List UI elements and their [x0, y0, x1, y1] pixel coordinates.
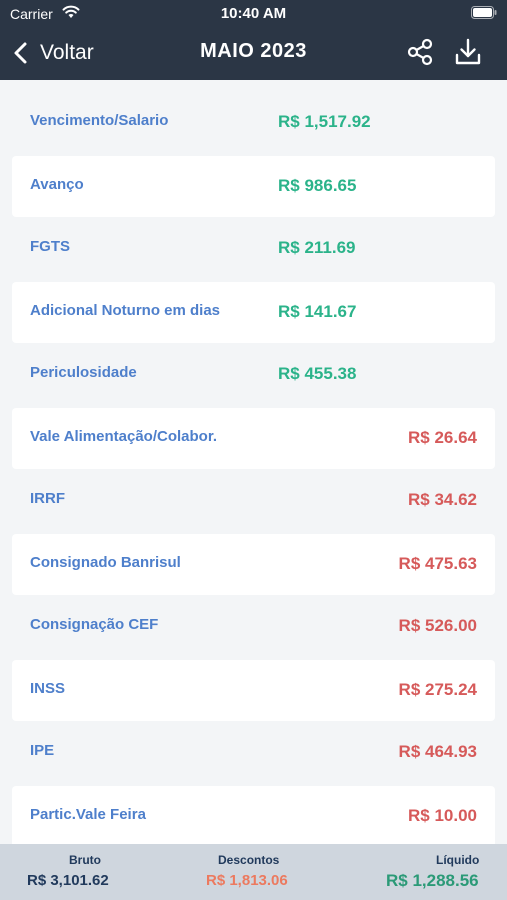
item-label: FGTS: [30, 238, 70, 255]
item-value: R$ 26.64: [408, 428, 477, 447]
item-value: R$ 10.00: [408, 806, 477, 825]
item-label: Adicional Noturno em dias: [30, 302, 221, 319]
item-label: Consignação CEF: [30, 616, 159, 633]
battery-icon: [471, 6, 497, 19]
summary-footer: Bruto R$ 3,101.62 Descontos R$ 1,813.06 …: [0, 844, 507, 900]
item-value: R$ 275.24: [398, 680, 477, 699]
item-value: R$ 475.63: [398, 554, 477, 573]
item-label: Vencimento/Salario: [30, 112, 169, 129]
list-item: FGTS R$ 211.69: [12, 218, 495, 281]
payslip-list[interactable]: Vencimento/Salario R$ 1,517.92 Avanço R$…: [12, 92, 495, 844]
liquido-label: Líquido: [436, 853, 480, 867]
share-icon[interactable]: [404, 36, 436, 68]
list-item: INSS R$ 275.24: [12, 660, 495, 721]
list-item: IRRF R$ 34.62: [12, 470, 495, 533]
item-value: R$ 1,517.92: [278, 112, 371, 131]
item-label: Consignado Banrisul: [30, 554, 181, 571]
list-item: Adicional Noturno em dias R$ 141.67: [12, 282, 495, 343]
item-label: Partic.Vale Feira: [30, 806, 146, 823]
list-item: IPE R$ 464.93: [12, 722, 495, 785]
status-time: 10:40 AM: [220, 5, 287, 22]
liquido-value: R$ 1,288.56: [386, 871, 479, 890]
item-value: R$ 211.69: [278, 238, 356, 257]
item-value: R$ 464.93: [398, 742, 477, 761]
item-value: R$ 526.00: [398, 616, 477, 635]
item-label: Avanço: [30, 176, 84, 193]
status-bar: Carrier 10:40 AM: [0, 0, 507, 28]
item-label: INSS: [30, 680, 66, 697]
list-item: Partic.Vale Feira R$ 10.00: [12, 786, 495, 844]
nav-bar: Voltar MAIO 2023: [0, 30, 507, 76]
item-label: Vale Alimentação/Colabor.: [30, 428, 218, 445]
list-item: Vencimento/Salario R$ 1,517.92: [12, 92, 495, 155]
descontos-label: Descontos: [218, 853, 280, 867]
bruto-value: R$ 3,101.62: [27, 872, 109, 889]
item-value: R$ 34.62: [408, 490, 477, 509]
item-label: IPE: [30, 742, 55, 759]
list-item: Avanço R$ 986.65: [12, 156, 495, 217]
item-label: IRRF: [30, 490, 65, 507]
list-item: Vale Alimentação/Colabor. R$ 26.64: [12, 408, 495, 469]
item-value: R$ 141.67: [278, 302, 357, 321]
item-value: R$ 986.65: [278, 176, 357, 195]
list-item: Periculosidade R$ 455.38: [12, 344, 495, 407]
back-chevron-icon: [14, 42, 27, 64]
back-label: Voltar: [40, 41, 94, 64]
bruto-label: Bruto: [69, 853, 101, 867]
item-label: Periculosidade: [30, 364, 137, 381]
header: Carrier 10:40 AM Voltar MAIO 2023: [0, 0, 507, 80]
descontos-value: R$ 1,813.06: [206, 872, 288, 889]
back-button[interactable]: Voltar: [12, 36, 94, 70]
list-item: Consignado Banrisul R$ 475.63: [12, 534, 495, 595]
list-item: Consignação CEF R$ 526.00: [12, 596, 495, 659]
download-icon[interactable]: [452, 36, 484, 68]
item-value: R$ 455.38: [278, 364, 357, 383]
